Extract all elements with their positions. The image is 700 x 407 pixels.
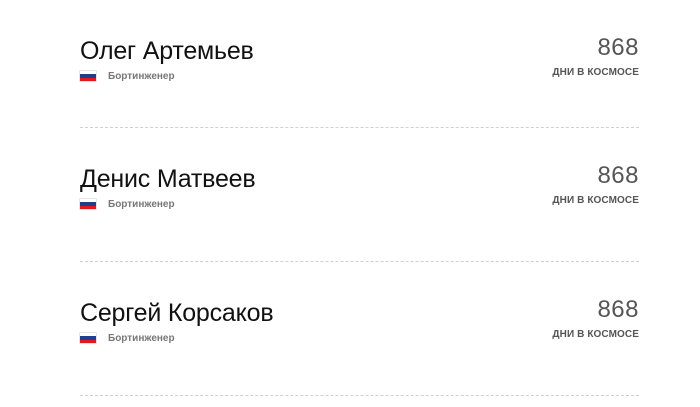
- crew-member-role: Бортинженер: [108, 332, 175, 344]
- days-in-space-label: ДНИ В КОСМОСЕ: [552, 195, 639, 206]
- crew-list: Олег Артемьев Бортинженер 868 ДНИ В КОСМ…: [80, 0, 639, 396]
- days-in-space: 868 ДНИ В КОСМОСЕ: [552, 296, 639, 340]
- crew-member-role: Бортинженер: [108, 198, 175, 210]
- crew-member-row: Денис Матвеев Бортинженер 868 ДНИ В КОСМ…: [80, 128, 639, 262]
- days-in-space-label: ДНИ В КОСМОСЕ: [552, 67, 639, 78]
- crew-member-row: Сергей Корсаков Бортинженер 868 ДНИ В КО…: [80, 262, 639, 396]
- crew-member-name: Денис Матвеев: [80, 165, 256, 193]
- days-in-space-label: ДНИ В КОСМОСЕ: [552, 329, 639, 340]
- crew-member-row: Олег Артемьев Бортинженер 868 ДНИ В КОСМ…: [80, 0, 639, 128]
- crew-member-name: Сергей Корсаков: [80, 299, 274, 327]
- days-in-space-value: 868: [597, 296, 639, 323]
- days-in-space-value: 868: [597, 162, 639, 189]
- days-in-space-value: 868: [597, 34, 639, 61]
- crew-member-name: Олег Артемьев: [80, 37, 254, 65]
- crew-member-meta: Бортинженер: [80, 332, 175, 344]
- days-in-space: 868 ДНИ В КОСМОСЕ: [552, 162, 639, 206]
- crew-member-meta: Бортинженер: [80, 70, 175, 82]
- days-in-space: 868 ДНИ В КОСМОСЕ: [552, 34, 639, 78]
- russia-flag-icon: [80, 71, 96, 81]
- crew-member-role: Бортинженер: [108, 70, 175, 82]
- russia-flag-icon: [80, 333, 96, 343]
- russia-flag-icon: [80, 199, 96, 209]
- crew-member-meta: Бортинженер: [80, 198, 175, 210]
